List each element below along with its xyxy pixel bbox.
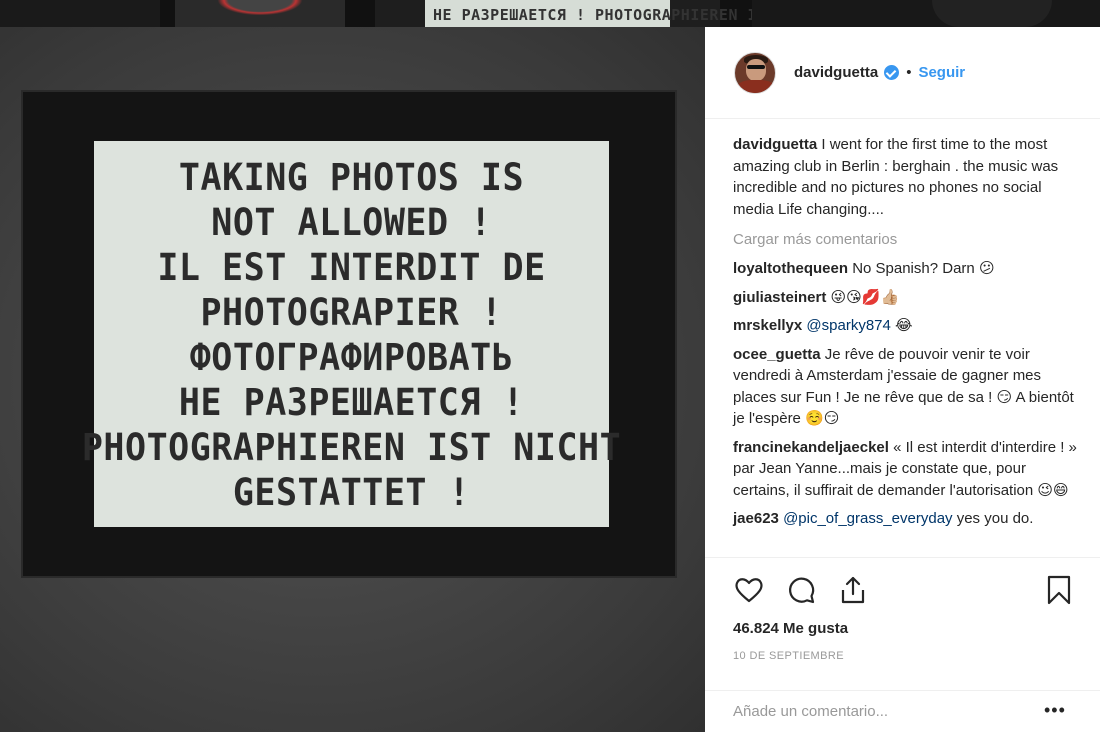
sign-line: NOT ALLOWED ! — [211, 201, 492, 245]
thumbnail-1 — [0, 0, 160, 27]
comment-username[interactable]: mrskellyx — [733, 317, 802, 334]
load-more-comments-button[interactable]: Cargar más comentarios — [733, 230, 1078, 250]
comment-username[interactable]: jae623 — [733, 510, 779, 527]
thumbnail-2 — [175, 0, 345, 27]
follow-button[interactable]: Seguir — [918, 64, 965, 81]
post-photo[interactable]: TAKING PHOTOS IS NOT ALLOWED ! IL EST INTE… — [0, 27, 705, 732]
comment-item: jae623 @pic_of_grass_everyday yes you do… — [733, 508, 1078, 530]
post-date: 10 DE SEPTIEMBRE — [733, 650, 844, 662]
sign-line: ФОТОГРАФИРОВАТЬ — [189, 336, 514, 380]
share-icon[interactable] — [837, 574, 869, 606]
sign-line: IL EST INTERDIT DE — [157, 246, 546, 290]
background-thumbnails: НЕ РАЗРЕШАЕТСЯ ! PHOTOGRAPHIEREN IST NIC… — [0, 0, 1100, 27]
comment-text: No Spanish? Darn — [852, 260, 979, 277]
sign-line: НЕ РАЗРЕШАЕТСЯ ! — [178, 381, 525, 425]
verified-badge-icon — [884, 65, 900, 80]
avatar[interactable] — [734, 51, 776, 94]
comment-emoji: 😂 — [895, 316, 913, 334]
sign: TAKING PHOTOS IS NOT ALLOWED ! IL EST INTE… — [82, 141, 621, 527]
comment-username[interactable]: ocee_guetta — [733, 346, 821, 363]
sign-line: GESTATTET ! — [232, 471, 471, 515]
post-side-panel: davidguetta • Seguir davidguetta I went … — [705, 27, 1100, 732]
add-comment-row: ••• — [705, 690, 1100, 732]
heart-icon[interactable] — [733, 574, 765, 606]
sign-line: TAKING PHOTOS IS — [178, 156, 525, 200]
comment-item: loyaltothequeen No Spanish? Darn 😕 — [733, 258, 1078, 280]
comment-emoji: 😜😘💋👍🏼 — [830, 287, 900, 306]
more-options-icon[interactable]: ••• — [1044, 701, 1066, 719]
comment-text: yes you do. — [952, 510, 1034, 527]
comment-username[interactable]: loyaltothequeen — [733, 260, 848, 277]
comment-emoji: ☺️😏 — [805, 409, 840, 427]
comment-emoji: 😉😄 — [1037, 480, 1069, 499]
comment-icon[interactable] — [785, 574, 817, 606]
header-separator: • — [906, 64, 912, 81]
comment-item: mrskellyx @sparky874 😂 — [733, 315, 1078, 337]
add-comment-input[interactable] — [733, 703, 1033, 720]
bookmark-icon[interactable] — [1043, 574, 1075, 606]
comment-item: francinekandeljaeckel « Il est interdit … — [733, 437, 1078, 502]
comment-mention[interactable]: @pic_of_grass_everyday — [783, 510, 952, 527]
sign-line: PHOTOGRAPHIEREN IST NICHT — [81, 426, 622, 470]
comment-item: giuliasteinert 😜😘💋👍🏼 — [733, 287, 1078, 309]
thumbnail-3: НЕ РАЗРЕШАЕТСЯ ! PHOTOGRAPHIEREN IST NIC… — [375, 0, 833, 27]
sign-frame: TAKING PHOTOS IS NOT ALLOWED ! IL EST INTE… — [21, 90, 677, 578]
comment-item: ocee_guetta Je rêve de pouvoir venir te … — [733, 344, 1078, 430]
comment-username[interactable]: giuliasteinert — [733, 289, 826, 306]
likes-count[interactable]: 46.824 Me gusta — [733, 620, 848, 637]
caption: davidguetta I went for the first time to… — [733, 134, 1078, 220]
comment-emoji: 😕 — [978, 259, 995, 277]
comment-mention[interactable]: @sparky874 — [806, 317, 890, 334]
caption-username[interactable]: davidguetta — [733, 136, 817, 153]
header-username[interactable]: davidguetta — [794, 64, 878, 81]
comments-list: davidguetta I went for the first time to… — [733, 134, 1078, 537]
post-actions: 46.824 Me gusta 10 DE SEPTIEMBRE ••• — [705, 557, 1100, 732]
sign-line: PHOTOGRAPIER ! — [200, 291, 503, 335]
comment-username[interactable]: francinekandeljaeckel — [733, 439, 889, 456]
thumbnail-4 — [752, 0, 1100, 27]
comment-emoji: 😏 — [996, 387, 1013, 406]
post-header: davidguetta • Seguir — [705, 27, 1100, 119]
action-icons — [733, 574, 1073, 606]
